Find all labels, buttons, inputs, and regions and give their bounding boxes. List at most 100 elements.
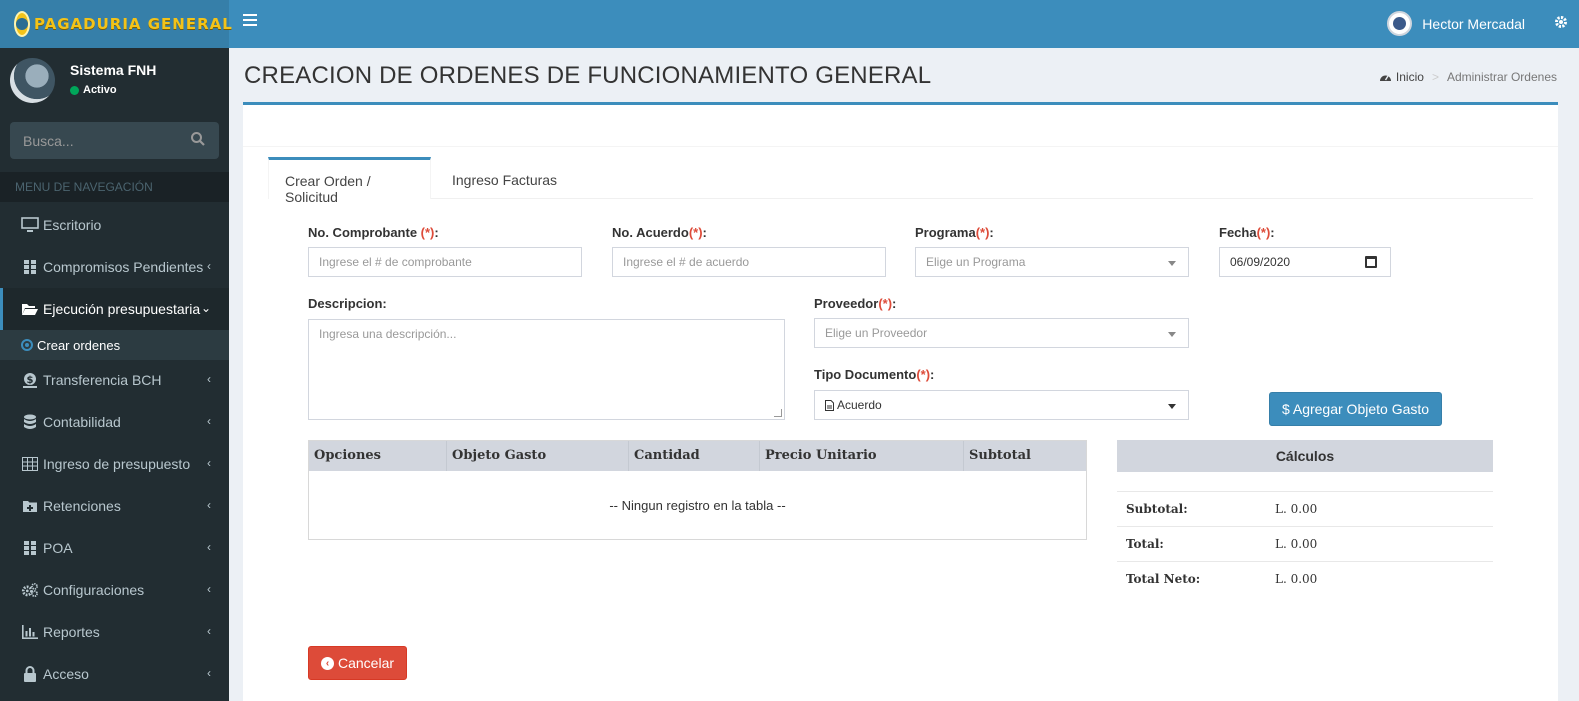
breadcrumb-home-link[interactable]: Inicio bbox=[1396, 70, 1424, 84]
lock-icon bbox=[21, 665, 39, 683]
menu-toggle-icon[interactable] bbox=[243, 14, 257, 28]
sidebar: Sistema FNH Activo MENU DE NAVEGACIÓN Es… bbox=[0, 48, 229, 701]
sidebar-item-reportes[interactable]: Reportes ‹ bbox=[0, 611, 229, 653]
sidebar-item-poa[interactable]: POA ‹ bbox=[0, 527, 229, 569]
search-icon[interactable] bbox=[190, 131, 208, 149]
descripcion-placeholder: Ingresa una descripción... bbox=[319, 327, 457, 341]
sidebar-item-label: Acceso bbox=[43, 666, 89, 682]
chevron-down-icon: ⌄ bbox=[200, 301, 211, 315]
status-text: Activo bbox=[83, 84, 117, 96]
box-header-divider bbox=[243, 146, 1558, 147]
resize-handle[interactable] bbox=[774, 409, 782, 417]
brand-logo[interactable]: PAGADURIA GENERAL bbox=[0, 0, 232, 48]
status-badge: Activo bbox=[70, 84, 117, 96]
search-input[interactable] bbox=[10, 122, 180, 159]
sidebar-item-label: Ingreso de presupuesto bbox=[43, 456, 191, 472]
folder-plus-icon bbox=[21, 497, 39, 515]
gear-icon[interactable] bbox=[1554, 13, 1568, 33]
calc-row-total: Total: L. 0.00 bbox=[1117, 526, 1493, 561]
fecha-date-input[interactable]: 06/09/2020 bbox=[1219, 247, 1391, 277]
sidebar-item-label: Reportes bbox=[43, 624, 100, 640]
top-navbar: PAGADURIA GENERAL Hector Mercadal bbox=[0, 0, 1579, 48]
dollar-icon: $ bbox=[21, 371, 39, 389]
sidebar-subitem-crear-ordenes[interactable]: Crear ordenes bbox=[0, 330, 229, 360]
sidebar-item-ejecucion[interactable]: Ejecución presupuestaria ⌄ bbox=[0, 288, 229, 330]
programa-select-text: Elige un Programa bbox=[926, 255, 1026, 269]
calendar-icon[interactable] bbox=[1365, 256, 1377, 268]
tabs: Crear Orden / Solicitud Ingreso Facturas bbox=[268, 157, 1533, 205]
sidebar-item-ingreso-presupuesto[interactable]: Ingreso de presupuesto ‹ bbox=[0, 443, 229, 485]
calculos-title: Cálculos bbox=[1117, 440, 1493, 472]
chevron-left-icon: ‹ bbox=[207, 414, 211, 428]
tab-ingreso-facturas[interactable]: Ingreso Facturas bbox=[436, 157, 586, 199]
comprobante-input[interactable]: Ingrese el # de comprobante bbox=[308, 247, 582, 277]
column-header: Subtotal bbox=[969, 448, 1031, 463]
sidebar-item-contabilidad[interactable]: Contabilidad ‹ bbox=[0, 401, 229, 443]
sidebar-item-label: Ejecución presupuestaria bbox=[43, 301, 201, 317]
sidebar-item-label: Transferencia BCH bbox=[43, 372, 162, 388]
programa-label: Programa(*): bbox=[915, 225, 994, 240]
caret-down-icon bbox=[1168, 261, 1176, 266]
column-header: Opciones bbox=[309, 441, 447, 471]
chevron-left-icon: ‹ bbox=[207, 582, 211, 596]
circle-dot-icon bbox=[21, 339, 33, 351]
svg-text:$: $ bbox=[27, 375, 34, 386]
cogs-icon bbox=[21, 581, 39, 599]
table-header: Opciones Objeto Gasto Cantidad Precio Un… bbox=[309, 441, 1086, 471]
calc-label: Total: bbox=[1126, 537, 1164, 551]
calc-value: L. 0.00 bbox=[1275, 502, 1318, 516]
column-header: Cantidad bbox=[629, 441, 760, 471]
online-dot-icon bbox=[70, 85, 79, 95]
sidebar-item-retenciones[interactable]: Retenciones ‹ bbox=[0, 485, 229, 527]
tipo-documento-select[interactable]: Acuerdo bbox=[814, 390, 1189, 420]
proveedor-select[interactable]: Elige un Proveedor bbox=[814, 318, 1189, 348]
user-menu[interactable]: Hector Mercadal bbox=[1387, 11, 1525, 36]
agregar-objeto-gasto-button[interactable]: $ Agregar Objeto Gasto bbox=[1269, 392, 1442, 426]
user-name: Hector Mercadal bbox=[1422, 15, 1525, 32]
panel-user-name: Sistema FNH bbox=[70, 62, 157, 78]
descripcion-label: Descripcion: bbox=[308, 296, 387, 311]
sidebar-item-transferencia[interactable]: $ Transferencia BCH ‹ bbox=[0, 359, 229, 401]
sidebar-item-escritorio[interactable]: Escritorio bbox=[0, 204, 229, 246]
sidebar-item-compromisos[interactable]: Compromisos Pendientes ‹ bbox=[0, 246, 229, 288]
sidebar-item-label: Retenciones bbox=[43, 498, 121, 514]
tipo-documento-value: Acuerdo bbox=[837, 398, 882, 412]
chevron-left-icon: ‹ bbox=[207, 498, 211, 512]
user-avatar bbox=[1387, 11, 1413, 36]
items-table: Opciones Objeto Gasto Cantidad Precio Un… bbox=[308, 440, 1087, 540]
cancelar-button[interactable]: ‹ Cancelar bbox=[308, 646, 407, 680]
caret-down-icon bbox=[1168, 332, 1176, 337]
tipo-documento-label: Tipo Documento(*): bbox=[814, 367, 935, 382]
chevron-left-icon: ‹ bbox=[207, 666, 211, 680]
descripcion-textarea[interactable]: Ingresa una descripción... bbox=[308, 319, 785, 420]
cancelar-label: Cancelar bbox=[337, 655, 395, 671]
fecha-value: 06/09/2020 bbox=[1230, 255, 1291, 269]
tab-crear-orden[interactable]: Crear Orden / Solicitud bbox=[268, 157, 431, 205]
sidebar-item-acceso[interactable]: Acceso ‹ bbox=[0, 653, 229, 695]
brand-name: PAGADURIA GENERAL bbox=[34, 15, 233, 33]
chevron-left-icon: ‹ bbox=[207, 540, 211, 554]
dashboard-icon bbox=[1379, 72, 1392, 82]
main-box: Crear Orden / Solicitud Ingreso Facturas… bbox=[243, 102, 1558, 701]
acuerdo-label: No. Acuerdo(*): bbox=[612, 225, 707, 240]
chevron-left-icon: ‹ bbox=[207, 259, 211, 273]
acuerdo-input[interactable]: Ingrese el # de acuerdo bbox=[612, 247, 886, 277]
nav-header: MENU DE NAVEGACIÓN bbox=[0, 172, 229, 202]
page-title: CREACION DE ORDENES DE FUNCIONAMIENTO GE… bbox=[244, 62, 932, 89]
user-panel: Sistema FNH Activo bbox=[10, 58, 220, 108]
calc-row-total-neto: Total Neto: L. 0.00 bbox=[1117, 561, 1493, 596]
sidebar-item-label: POA bbox=[43, 540, 73, 556]
desktop-icon bbox=[21, 216, 39, 234]
th-icon bbox=[21, 258, 39, 276]
programa-select[interactable]: Elige un Programa bbox=[915, 247, 1189, 277]
chevron-left-icon: ‹ bbox=[207, 372, 211, 386]
calc-value: L. 0.00 bbox=[1275, 537, 1318, 551]
sidebar-subitem-label: Crear ordenes bbox=[37, 337, 121, 353]
calc-value: L. 0.00 bbox=[1275, 572, 1318, 586]
seal-icon bbox=[14, 11, 30, 37]
breadcrumb-current: Administrar Ordenes bbox=[1446, 70, 1557, 84]
sidebar-item-configuraciones[interactable]: Configuraciones ‹ bbox=[0, 569, 229, 611]
sidebar-item-label: Compromisos Pendientes bbox=[43, 259, 204, 275]
avatar bbox=[10, 58, 55, 103]
sidebar-item-label: Contabilidad bbox=[43, 414, 121, 430]
